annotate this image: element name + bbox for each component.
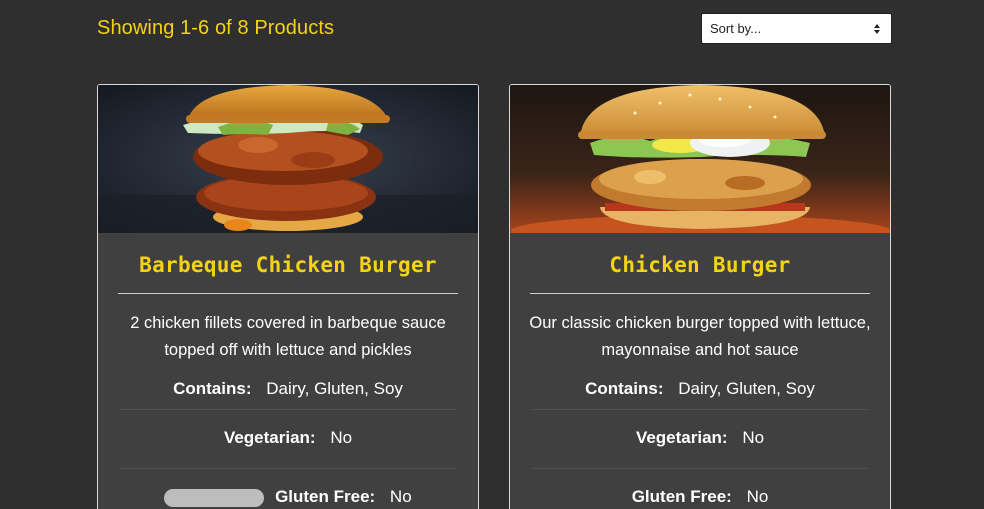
product-title[interactable]: Chicken Burger [510,253,890,277]
results-count: Showing 1-6 of 8 Products [97,17,335,39]
gluten-free-label: Gluten Free: [275,487,376,506]
sort-arrows-icon [874,23,880,34]
allergens-row: Contains: Dairy, Gluten, Soy [510,379,890,409]
row-divider [532,409,868,410]
product-card[interactable]: Barbeque Chicken Burger 2 chicken fillet… [97,84,479,509]
tooltip-overlay [164,488,265,507]
vegetarian-value: No [330,428,353,447]
gluten-free-row: Gluten Free: No [510,487,890,507]
allergens-value: Dairy, Gluten, Soy [678,379,815,398]
vegetarian-row: Vegetarian: No [98,428,478,468]
gluten-free-value: No [389,487,412,506]
product-description: 2 chicken fillets covered in barbeque sa… [130,314,446,359]
product-description: Our classic chicken burger topped with l… [529,314,871,359]
row-divider [532,468,868,469]
gluten-free-value: No [746,487,769,506]
allergens-value: Dairy, Gluten, Soy [266,379,403,398]
product-title[interactable]: Barbeque Chicken Burger [98,253,478,277]
vegetarian-row: Vegetarian: No [510,428,890,468]
sort-select[interactable]: Sort by... [701,13,892,44]
vegetarian-label: Vegetarian: [635,428,728,447]
product-image-chicken-burger [510,85,890,233]
products-page: Showing 1-6 of 8 Products Sort by... Bar… [0,0,984,509]
product-image-bbq-chicken-burger [98,85,478,233]
gluten-free-row: Gluten Free: No [98,487,478,507]
vegetarian-label: Vegetarian: [223,428,316,447]
product-card[interactable]: Chicken Burger Our classic chicken burge… [509,84,891,509]
title-divider [530,293,870,294]
allergens-label: Contains: [173,379,252,398]
sort-select-value: Sort by... [710,21,762,36]
title-divider [118,293,458,294]
allergens-row: Contains: Dairy, Gluten, Soy [98,379,478,409]
row-divider [120,468,456,469]
gluten-free-label: Gluten Free: [631,487,732,506]
vegetarian-value: No [742,428,765,447]
allergens-label: Contains: [585,379,664,398]
row-divider [120,409,456,410]
